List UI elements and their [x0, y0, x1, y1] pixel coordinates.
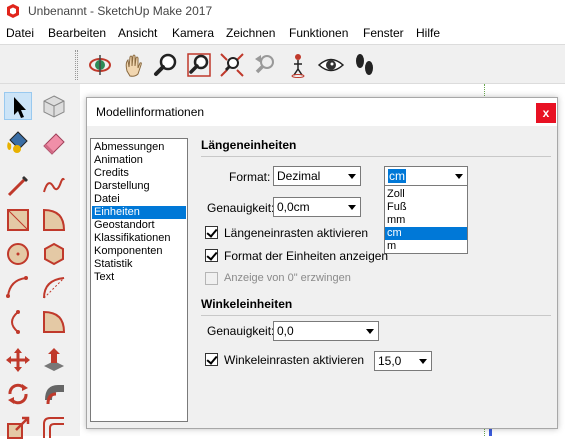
offset-icon[interactable] — [40, 414, 68, 442]
look-around-icon[interactable] — [317, 51, 345, 79]
pie-icon[interactable] — [40, 308, 68, 336]
scale-icon[interactable] — [4, 414, 32, 442]
force-display-label: Anzeige von 0" erzwingen — [224, 272, 351, 284]
line-icon[interactable] — [4, 172, 32, 200]
unit-select[interactable]: cm — [384, 166, 468, 186]
angle-units-heading: Winkeleinheiten — [201, 297, 293, 311]
drawing-toolbar — [0, 84, 80, 439]
menu-kamera[interactable]: Kamera — [172, 26, 214, 40]
show-format-label: Format der Einheiten anzeigen — [224, 249, 389, 263]
menu-bar: Datei Bearbeiten Ansicht Kamera Zeichnen… — [0, 22, 565, 44]
rotated-rectangle-icon[interactable] — [40, 206, 68, 234]
zoom-extents-icon[interactable] — [218, 51, 246, 79]
show-format-checkbox[interactable] — [205, 249, 218, 262]
format-label: Format: — [229, 170, 271, 184]
length-precision-label: Genauigkeit: — [207, 201, 275, 215]
angle-snap-label: Winkeleinrasten aktivieren — [224, 353, 365, 367]
angle-precision-select[interactable]: 0,0 — [273, 321, 379, 341]
select-icon[interactable] — [4, 92, 32, 120]
zoom-icon[interactable] — [152, 51, 180, 79]
polygon-icon[interactable] — [40, 240, 68, 268]
chevron-down-icon — [343, 198, 360, 216]
section-divider — [201, 315, 551, 316]
sketchup-logo-icon — [5, 3, 21, 19]
category-item[interactable]: Text — [92, 271, 186, 284]
angle-snap-value: 15,0 — [378, 354, 402, 368]
unit-value: cm — [388, 169, 406, 183]
chevron-down-icon — [414, 352, 431, 370]
arc-icon[interactable] — [4, 274, 32, 302]
make-component-icon[interactable] — [40, 92, 68, 120]
menu-funktionen[interactable]: Funktionen — [289, 26, 348, 40]
category-item[interactable]: Geostandort — [92, 219, 186, 232]
close-button[interactable]: x — [536, 103, 556, 123]
length-precision-select[interactable]: 0,0cm — [273, 197, 361, 217]
length-precision-value: 0,0cm — [277, 200, 310, 214]
walk-icon[interactable] — [350, 51, 378, 79]
unit-option[interactable]: Zoll — [385, 188, 467, 201]
unit-option[interactable]: m — [385, 240, 467, 253]
freehand-icon[interactable] — [40, 172, 68, 200]
camera-toolbar — [0, 44, 565, 84]
chevron-down-icon — [450, 167, 467, 185]
position-camera-icon[interactable] — [284, 51, 312, 79]
unit-option[interactable]: mm — [385, 214, 467, 227]
category-list[interactable]: Abmessungen Animation Credits Darstellun… — [90, 138, 188, 422]
category-item[interactable]: Statistik — [92, 258, 186, 271]
unit-dropdown-list[interactable]: Zoll Fuß mm cm m — [384, 185, 468, 254]
eraser-icon[interactable] — [40, 128, 68, 156]
rectangle-icon[interactable] — [4, 206, 32, 234]
three-point-arc-icon[interactable] — [4, 308, 32, 336]
format-select[interactable]: Dezimal — [273, 166, 361, 186]
chevron-down-icon — [343, 167, 360, 185]
angle-snap-select[interactable]: 15,0 — [374, 351, 432, 371]
force-display-checkbox[interactable] — [205, 272, 218, 285]
title-bar: Unbenannt - SketchUp Make 2017 — [0, 0, 565, 22]
category-item[interactable]: Klassifikationen — [92, 232, 186, 245]
menu-datei[interactable]: Datei — [6, 26, 34, 40]
move-icon[interactable] — [4, 346, 32, 374]
window-title: Unbenannt - SketchUp Make 2017 — [28, 4, 213, 18]
unit-option-selected[interactable]: cm — [385, 227, 467, 240]
category-item-selected[interactable]: Einheiten — [92, 206, 186, 219]
angle-precision-value: 0,0 — [277, 324, 294, 338]
circle-icon[interactable] — [4, 240, 32, 268]
dialog-title: Modellinformationen — [96, 105, 205, 119]
section-divider — [201, 156, 551, 157]
previous-view-icon[interactable] — [251, 51, 279, 79]
menu-ansicht[interactable]: Ansicht — [118, 26, 157, 40]
category-item[interactable]: Abmessungen — [92, 141, 186, 154]
length-units-heading: Längeneinheiten — [201, 138, 297, 152]
menu-bearbeiten[interactable]: Bearbeiten — [48, 26, 106, 40]
paint-bucket-icon[interactable] — [4, 128, 32, 156]
menu-zeichnen[interactable]: Zeichnen — [226, 26, 275, 40]
unit-option[interactable]: Fuß — [385, 201, 467, 214]
category-item[interactable]: Credits — [92, 167, 186, 180]
rotate-icon[interactable] — [4, 380, 32, 408]
model-info-dialog: Modellinformationen x Abmessungen Animat… — [86, 97, 558, 429]
pan-icon[interactable] — [119, 51, 147, 79]
angle-snap-checkbox[interactable] — [205, 353, 218, 366]
menu-hilfe[interactable]: Hilfe — [416, 26, 440, 40]
angle-precision-label: Genauigkeit: — [207, 324, 275, 338]
category-item[interactable]: Animation — [92, 154, 186, 167]
follow-me-icon[interactable] — [40, 380, 68, 408]
category-item[interactable]: Datei — [92, 193, 186, 206]
menu-fenster[interactable]: Fenster — [363, 26, 404, 40]
category-item[interactable]: Komponenten — [92, 245, 186, 258]
length-snap-label: Längeneinrasten aktivieren — [224, 226, 369, 240]
chevron-down-icon — [361, 322, 378, 340]
dialog-title-bar: Modellinformationen x — [87, 98, 557, 126]
blue-axis — [489, 429, 492, 436]
orbit-icon[interactable] — [86, 51, 114, 79]
format-value: Dezimal — [277, 169, 321, 183]
length-snap-checkbox[interactable] — [205, 226, 218, 239]
push-pull-icon[interactable] — [40, 346, 68, 374]
category-item[interactable]: Darstellung — [92, 180, 186, 193]
two-point-arc-icon[interactable] — [40, 274, 68, 302]
zoom-window-icon[interactable] — [185, 51, 213, 79]
toolbar-grip[interactable] — [75, 50, 78, 80]
